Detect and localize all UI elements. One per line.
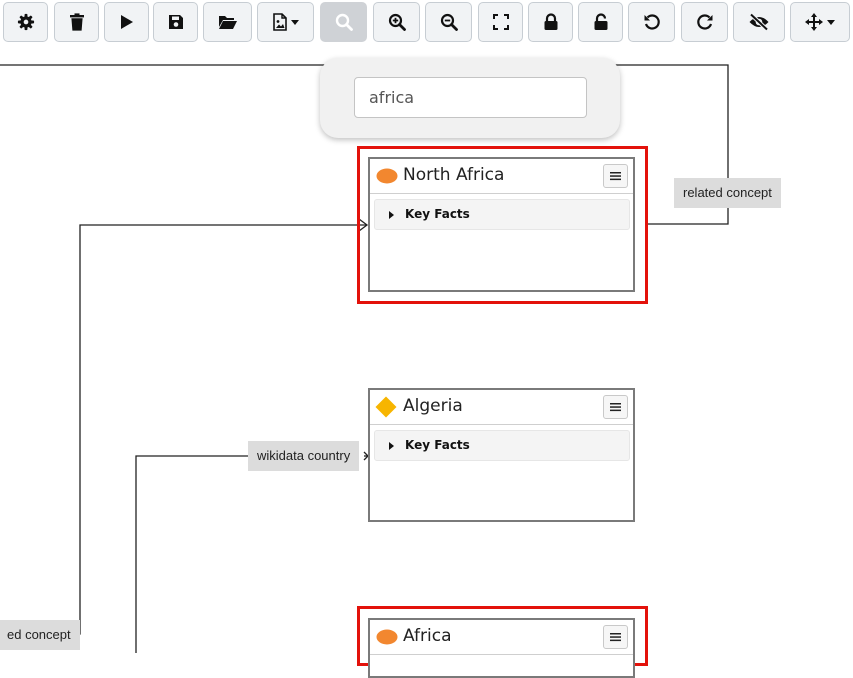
- key-facts-toggle[interactable]: Key Facts: [374, 199, 630, 230]
- edge-north-africa-incoming-line[interactable]: [72, 224, 366, 635]
- menu-icon: [610, 172, 621, 181]
- key-facts-label: Key Facts: [405, 438, 470, 452]
- node-north-africa[interactable]: North Africa Key Facts: [368, 157, 635, 292]
- node-title: Africa: [403, 626, 452, 646]
- key-facts-label: Key Facts: [405, 207, 470, 221]
- caret-right-icon: [389, 442, 394, 450]
- node-header: North Africa: [370, 159, 633, 194]
- node-title: Algeria: [403, 396, 463, 416]
- ellipse-icon: [376, 629, 398, 645]
- edge-wikidata-country-line[interactable]: [135, 455, 248, 653]
- node-title: North Africa: [403, 165, 505, 185]
- edge-label-wikidata-country[interactable]: wikidata country: [248, 441, 360, 471]
- caret-right-icon: [389, 211, 394, 219]
- node-africa[interactable]: Africa: [368, 618, 635, 678]
- node-menu-button[interactable]: [603, 395, 628, 419]
- edge-label-related-concept[interactable]: related concept: [674, 178, 781, 208]
- node-menu-button[interactable]: [603, 164, 628, 188]
- node-header: Algeria: [370, 390, 633, 425]
- edge-label-related-concept-partial[interactable]: ed concept: [0, 620, 80, 650]
- menu-icon: [610, 403, 621, 412]
- node-menu-button[interactable]: [603, 625, 628, 649]
- search-input[interactable]: [354, 77, 587, 118]
- menu-icon: [610, 633, 621, 642]
- key-facts-toggle[interactable]: Key Facts: [374, 430, 630, 461]
- diamond-icon: [375, 396, 397, 418]
- node-algeria[interactable]: Algeria Key Facts: [368, 388, 635, 522]
- node-header: Africa: [370, 620, 633, 655]
- search-popover: [320, 58, 620, 138]
- ellipse-icon: [376, 168, 398, 184]
